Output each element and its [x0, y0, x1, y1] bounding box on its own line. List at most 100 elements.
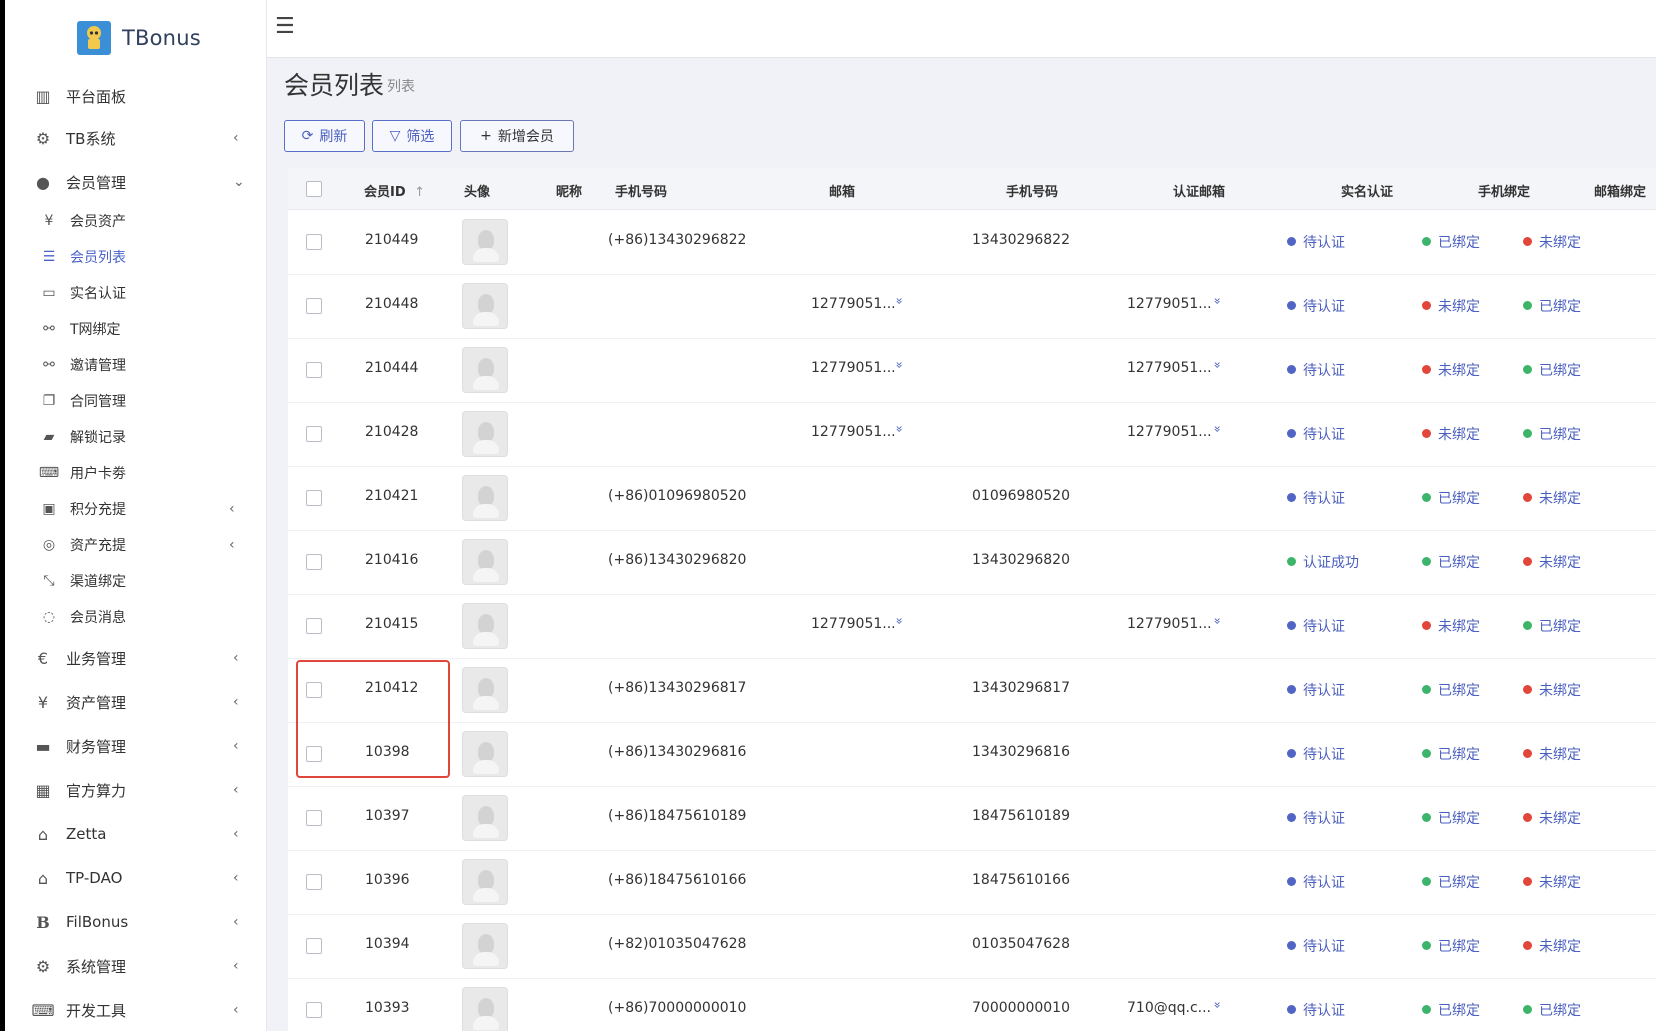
realname-status: 待认证	[1287, 360, 1345, 380]
email-bind-status-text: 未绑定	[1539, 683, 1581, 699]
menu-toggle-icon[interactable]: ☰	[275, 14, 295, 39]
avatar[interactable]	[462, 603, 508, 649]
row-checkbox[interactable]	[306, 810, 322, 826]
expand-icon[interactable]: »	[1211, 617, 1225, 624]
realname-status: 待认证	[1287, 936, 1345, 956]
expand-icon[interactable]: »	[1211, 425, 1225, 432]
row-checkbox[interactable]	[306, 874, 322, 890]
member-id: 210444	[365, 360, 419, 376]
avatar[interactable]	[462, 219, 508, 265]
row-checkbox[interactable]	[306, 554, 322, 570]
table-row[interactable]: 210428 12779051...» 12779051...» 待认证 未绑定 已绑定	[288, 402, 1656, 467]
realname-status-text: 待认证	[1303, 299, 1345, 315]
phone-bind-status-text: 已绑定	[1438, 875, 1480, 891]
col-member-id[interactable]: 会员ID ↑	[364, 181, 425, 200]
avatar[interactable]	[462, 731, 508, 777]
realname-status-text: 待认证	[1303, 683, 1345, 699]
sidebar-item-5[interactable]: ▭ 实名认证	[5, 275, 266, 311]
sidebar-item-1[interactable]: ⚙ TB系统 ‹	[5, 120, 266, 156]
realname-status-text: 待认证	[1303, 491, 1345, 507]
avatar[interactable]	[462, 795, 508, 841]
table-row[interactable]: 210415 12779051...» 12779051...» 待认证 未绑定 已绑定	[288, 594, 1656, 659]
avatar[interactable]	[462, 411, 508, 457]
row-checkbox[interactable]	[306, 1002, 322, 1018]
sidebar-item-0[interactable]: ▥ 平台面板	[5, 78, 266, 114]
avatar[interactable]	[462, 475, 508, 521]
sidebar-item-3[interactable]: ¥ 会员资产	[5, 203, 266, 239]
sidebar-item-12[interactable]: ◎ 资产充提 ‹	[5, 527, 266, 563]
table-row[interactable]: 10393 (+86)70000000010 70000000010 710@qq.c…	[288, 978, 1656, 1031]
sort-asc-icon[interactable]: ↑	[414, 185, 425, 200]
add-member-button[interactable]: + 新增会员	[460, 120, 574, 152]
sidebar-item-label: TB系统	[66, 129, 116, 148]
sidebar-item-2[interactable]: ● 会员管理 ⌄	[5, 164, 266, 200]
expand-icon[interactable]: »	[893, 297, 907, 304]
table-row[interactable]: 210449 (+86)13430296822 13430296822 待认证 已绑定 未…	[288, 210, 1656, 275]
row-checkbox[interactable]	[306, 234, 322, 250]
table-row[interactable]: 210412 (+86)13430296817 13430296817 待认证 已绑定未…	[288, 658, 1656, 723]
refresh-button[interactable]: ⟳ 刷新	[284, 120, 365, 152]
link-icon: ⚯	[43, 321, 55, 337]
keyboard-icon: ⌨	[31, 1000, 55, 1020]
row-checkbox[interactable]	[306, 362, 322, 378]
row-checkbox[interactable]	[306, 298, 322, 314]
sidebar-item-10[interactable]: ⌨ 用户卡劵	[5, 455, 266, 491]
sidebar-item-label: 会员消息	[70, 610, 126, 626]
sidebar-item-6[interactable]: ⚯ T网绑定	[5, 311, 266, 347]
expand-icon[interactable]: »	[1211, 361, 1225, 368]
sidebar-item-14[interactable]: ◌ 会员消息	[5, 599, 266, 635]
sidebar-item-4[interactable]: ☰ 会员列表	[5, 239, 266, 275]
avatar[interactable]	[462, 347, 508, 393]
sidebar-item-9[interactable]: ▰ 解锁记录	[5, 419, 266, 455]
sidebar-item-label: 用户卡劵	[70, 466, 126, 482]
expand-icon[interactable]: »	[893, 617, 907, 624]
avatar[interactable]	[462, 667, 508, 713]
sidebar-item-13[interactable]: ⤡ 渠道绑定	[5, 563, 266, 599]
sidebar-item-label: 开发工具	[66, 1001, 127, 1020]
row-checkbox[interactable]	[306, 490, 322, 506]
avatar[interactable]	[462, 859, 508, 905]
sidebar-item-18[interactable]: ▦ 官方算力 ‹	[5, 772, 266, 808]
table-row[interactable]: 210416 (+86)13430296820 13430296820 认证成功 已绑定…	[288, 530, 1656, 595]
status-dot	[1422, 877, 1431, 886]
page-title: 会员列表	[284, 71, 385, 100]
table-row[interactable]: 10397 (+86)18475610189 18475610189 待认证 已绑定 未绑…	[288, 786, 1656, 851]
sidebar-item-7[interactable]: ⚯ 邀请管理	[5, 347, 266, 383]
expand-icon[interactable]: »	[1211, 1001, 1225, 1008]
expand-icon[interactable]: »	[893, 361, 907, 368]
row-checkbox[interactable]	[306, 426, 322, 442]
avatar[interactable]	[462, 539, 508, 585]
avatar[interactable]	[462, 283, 508, 329]
table-row[interactable]: 10396 (+86)18475610166 18475610166 待认证 已绑定 未绑…	[288, 850, 1656, 915]
expand-icon[interactable]: »	[893, 425, 907, 432]
selection-highlight-box	[296, 660, 450, 778]
table-row[interactable]: 10394 (+82)01035047628 01035047628 待认证 已绑定 未绑…	[288, 914, 1656, 979]
sidebar-item-16[interactable]: ¥ 资产管理 ‹	[5, 684, 266, 720]
sidebar-item-17[interactable]: ▬ 财务管理 ‹	[5, 728, 266, 764]
sidebar-item-19[interactable]: ⌂ Zetta ‹	[5, 816, 266, 852]
sidebar-item-20[interactable]: ⌂ TP-DAO ‹	[5, 860, 266, 896]
brand[interactable]: TBonus	[77, 18, 201, 58]
sidebar-item-22[interactable]: ⚙ 系统管理 ‹	[5, 948, 266, 984]
refresh-label: 刷新	[319, 129, 348, 145]
sidebar-item-15[interactable]: € 业务管理 ‹	[5, 640, 266, 676]
phone: 13430296822	[972, 232, 1070, 248]
avatar[interactable]	[462, 923, 508, 969]
avatar[interactable]	[462, 987, 508, 1031]
id-card-icon: ▭	[42, 285, 56, 301]
select-all-checkbox[interactable]	[306, 181, 322, 197]
sidebar-item-23[interactable]: ⌨ 开发工具 ‹	[5, 992, 266, 1028]
expand-icon[interactable]: »	[1211, 297, 1225, 304]
sidebar-item-11[interactable]: ▣ 积分充提 ‹	[5, 491, 266, 527]
filter-button[interactable]: ▽ 筛选	[372, 120, 452, 152]
status-dot	[1422, 813, 1431, 822]
row-checkbox[interactable]	[306, 938, 322, 954]
sidebar-item-21[interactable]: B FilBonus ‹	[5, 904, 266, 940]
table-row[interactable]: 10398 (+86)13430296816 13430296816 待认证 已绑定 未绑…	[288, 722, 1656, 787]
table-row[interactable]: 210421 (+86)01096980520 01096980520 待认证 已绑定 未…	[288, 466, 1656, 531]
sidebar-item-8[interactable]: ❐ 合同管理	[5, 383, 266, 419]
status-dot	[1523, 365, 1532, 374]
table-row[interactable]: 210444 12779051...» 12779051...» 待认证 未绑定 已绑定	[288, 338, 1656, 403]
table-row[interactable]: 210448 12779051...» 12779051...» 待认证 未绑定 已绑定	[288, 274, 1656, 339]
row-checkbox[interactable]	[306, 618, 322, 634]
